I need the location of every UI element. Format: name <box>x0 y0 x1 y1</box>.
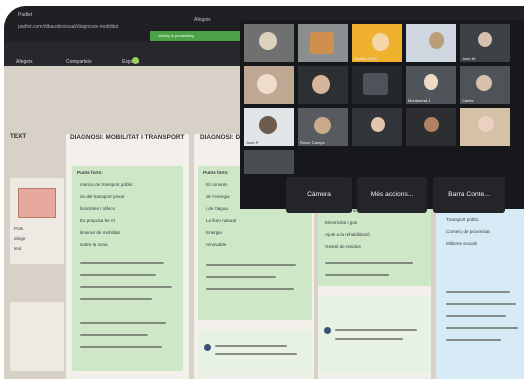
card-line <box>80 274 156 276</box>
card-text: bicicletes i ràfecs <box>80 206 115 211</box>
card-line <box>446 339 501 341</box>
card-line <box>325 262 413 264</box>
comment-line <box>335 338 403 340</box>
participant-name: Montserrat J. <box>408 98 432 103</box>
card-line <box>80 298 152 300</box>
content-bar-button[interactable]: Barra Conte... <box>433 177 505 213</box>
participant-tile[interactable] <box>298 24 348 62</box>
text-card[interactable]: Pots afegir text <box>10 178 64 264</box>
card-text: de l'energia <box>206 194 230 199</box>
participant-name: Joan P. <box>246 140 260 145</box>
card-text: La llum natural <box>206 218 237 223</box>
participant-tile[interactable]: Joan M. <box>460 24 510 62</box>
address-bar[interactable]: padlet.com/dibaudiovisual/diagnosis-mobi… <box>18 24 118 30</box>
card-line <box>80 262 164 264</box>
participant-tile[interactable] <box>406 24 456 62</box>
card-line <box>446 315 506 317</box>
camera-button[interactable]: Càmera <box>286 177 352 213</box>
text-card[interactable] <box>10 302 64 371</box>
share-status-text: Vicenç is presenting <box>158 33 194 38</box>
card-heading: Punts forts: <box>203 170 229 175</box>
participant-tile[interactable]: Joan P. <box>244 108 294 146</box>
column-four: Impostos municipals Electricitat i gas A… <box>318 204 431 379</box>
card-text: Comerç de proximitat <box>446 229 490 234</box>
board-action-share[interactable]: Comparteix <box>66 59 92 65</box>
card-line <box>206 264 296 266</box>
card-text: Energia <box>206 230 222 235</box>
participant-tile[interactable] <box>406 108 456 146</box>
board-action-add[interactable]: Afegeix <box>16 59 33 65</box>
participant-tile[interactable] <box>352 108 402 146</box>
column-four-comment[interactable] <box>318 296 431 374</box>
participant-name: Carles <box>462 98 474 103</box>
comment-card[interactable] <box>198 330 312 375</box>
card-line <box>446 303 516 305</box>
screenshot-frame: Padlet padlet.com/dibaudiovisual/diagnos… <box>0 0 524 379</box>
card-text: text <box>14 246 22 251</box>
card-line <box>80 334 148 336</box>
desktop-screen: Padlet padlet.com/dibaudiovisual/diagnos… <box>4 6 524 379</box>
card-line <box>446 291 510 293</box>
card-text: afegir <box>14 236 26 241</box>
participant-tile[interactable] <box>244 24 294 62</box>
card-text: Es proposa fer el <box>80 218 115 223</box>
card-text: renovable <box>206 242 227 247</box>
card-image <box>18 188 56 218</box>
column-five: Gestió pública Transport públic Comerç d… <box>436 199 524 379</box>
card-text: Pots <box>14 226 24 231</box>
video-call-panel: Aquiles MTD Joan M. Montserrat J. Carles… <box>240 20 524 213</box>
card-line <box>80 346 162 348</box>
card-text: itinerari de mobilitat <box>80 230 120 235</box>
card-line <box>80 286 172 288</box>
card-heading: Punts forts: <box>77 170 103 175</box>
card-text: Transport públic <box>446 217 479 222</box>
participant-name: Aquiles MTD <box>354 56 377 61</box>
card-text: manca de transport públic <box>80 182 133 187</box>
participant-name: Roser Camps <box>300 140 325 145</box>
participant-tile[interactable] <box>460 108 510 146</box>
participant-tile[interactable] <box>352 66 402 104</box>
participant-tile[interactable]: Montserrat J. <box>406 66 456 104</box>
mobility-card[interactable]: Punts forts: manca de transport públic ú… <box>72 166 183 371</box>
browser-tab[interactable]: Padlet <box>18 12 32 18</box>
participant-tile[interactable] <box>244 150 294 174</box>
card-text: sobre la zona <box>80 242 108 247</box>
card-text: Ajuts a la rehabilitació <box>325 232 370 237</box>
participant-tile[interactable]: Carles <box>460 66 510 104</box>
comment-line <box>335 329 417 331</box>
card-text: i de l'aigua <box>206 206 228 211</box>
participant-tile[interactable]: Aquiles MTD <box>352 24 402 62</box>
card-text: Gestió de residus <box>325 244 361 249</box>
content-bar-label: Barra Conte... <box>448 191 490 198</box>
card-line <box>206 288 294 290</box>
card-line <box>325 274 389 276</box>
participant-name: Joan M. <box>462 56 477 61</box>
card-line <box>80 322 166 324</box>
avatar <box>324 327 331 334</box>
column-title: DIAGNOSI: MOBILITAT I TRANSPORT <box>70 134 185 141</box>
board-status-dot <box>132 57 139 64</box>
column-four-card[interactable]: Impostos municipals Electricitat i gas A… <box>318 204 431 286</box>
more-actions-label: Més accions... <box>370 191 414 198</box>
card-line <box>206 276 276 278</box>
column-text: TEXT Pots afegir text <box>4 66 64 379</box>
column-mobility: DIAGNOSI: MOBILITAT I TRANSPORT Punts fo… <box>66 134 189 379</box>
more-actions-button[interactable]: Més accions... <box>357 177 427 213</box>
camera-label: Càmera <box>307 191 331 198</box>
card-line <box>446 327 518 329</box>
avatar <box>204 344 211 351</box>
participant-tile[interactable] <box>244 66 294 104</box>
comment-line <box>215 345 287 347</box>
top-toolbar-item[interactable]: Afegeix <box>194 17 211 23</box>
card-text: El consum <box>206 182 228 187</box>
card-text: Electricitat i gas <box>325 220 358 225</box>
card-text: ús del transport privat <box>80 194 125 199</box>
participant-tile[interactable]: Roser Camps <box>298 108 348 146</box>
participant-tile[interactable] <box>298 66 348 104</box>
comment-line <box>215 353 297 355</box>
card-text: Millores socials <box>446 241 478 246</box>
